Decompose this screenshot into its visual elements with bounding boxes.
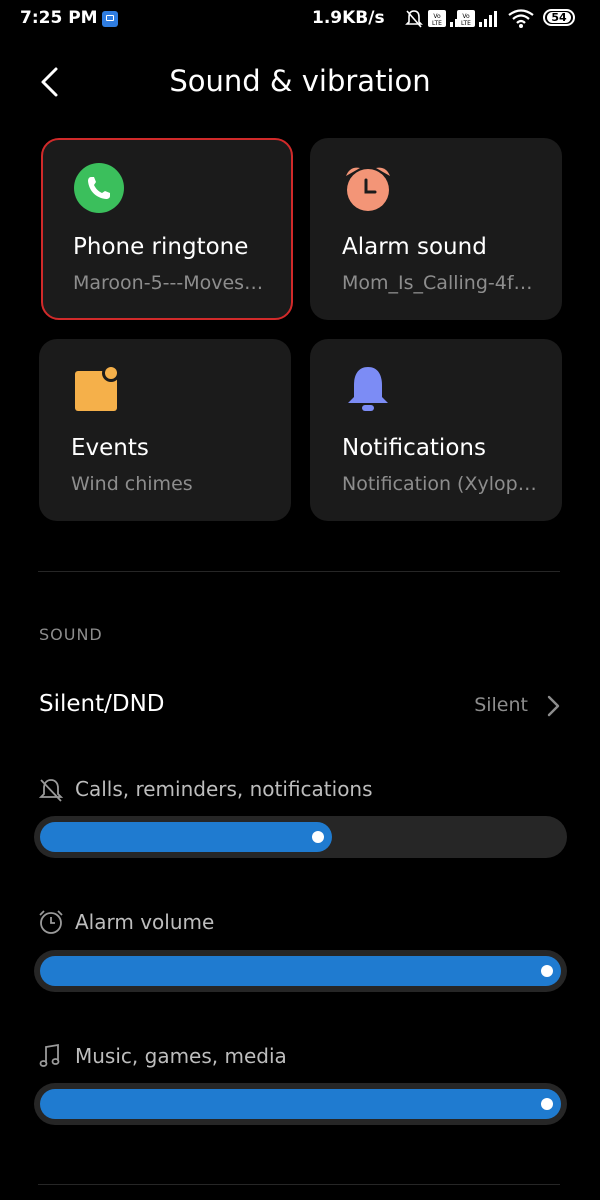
volume-slider-media[interactable] [34,1083,567,1125]
battery-level: 54 [547,12,571,23]
tile-sub: Notification (Xylop… [342,473,537,495]
status-time: 7:25 PM [20,8,98,28]
mute-bell-icon [405,10,423,28]
tile-label: Notifications [342,435,486,461]
music-note-icon [39,1043,60,1067]
silent-dnd-value: Silent [474,694,528,716]
volume-slider-calls[interactable] [34,816,567,858]
volume-label-media: Music, games, media [75,1044,287,1068]
phone-icon [74,163,124,213]
svg-text:Vo: Vo [433,13,441,20]
tile-phone-ringtone[interactable]: Phone ringtone Maroon-5---Moves… [41,138,293,320]
alarm-clock-icon [346,167,390,211]
network-rate: 1.9KB/s [312,8,385,28]
svg-text:LTE: LTE [432,20,442,27]
status-bar: 7:25 PM 1.9KB/s Vo LTE Vo LTE 54 [0,0,600,38]
tile-sub: Maroon-5---Moves… [73,272,264,294]
tile-label: Events [71,435,149,461]
tile-label: Phone ringtone [73,234,249,260]
section-header-sound: SOUND [39,625,103,644]
wifi-icon [508,9,534,28]
volume-label-alarm: Alarm volume [75,910,215,934]
tile-notifications[interactable]: Notifications Notification (Xylop… [310,339,562,521]
divider [38,571,560,572]
tile-sub: Mom_Is_Calling-4f… [342,272,533,294]
tile-label: Alarm sound [342,234,487,260]
chevron-right-icon [547,695,560,717]
tile-alarm-sound[interactable]: Alarm sound Mom_Is_Calling-4f… [310,138,562,320]
calendar-event-icon [75,364,120,411]
volume-fill [40,956,561,986]
volte-signal-icon-2: Vo LTE [457,10,497,27]
slider-thumb[interactable] [541,1098,553,1110]
svg-text:LTE: LTE [461,20,471,27]
volume-fill [40,1089,561,1119]
volume-label-calls: Calls, reminders, notifications [75,777,373,801]
page-title: Sound & vibration [169,64,431,98]
tile-sub: Wind chimes [71,473,193,495]
svg-text:Vo: Vo [462,13,470,20]
slider-thumb[interactable] [312,831,324,843]
mute-bell-icon [38,779,64,802]
bell-icon [348,367,388,411]
tile-events[interactable]: Events Wind chimes [39,339,291,521]
divider [38,1184,560,1185]
volume-slider-alarm[interactable] [34,950,567,992]
alarm-clock-icon [39,910,63,934]
silent-dnd-label: Silent/DND [39,691,165,717]
slider-thumb[interactable] [541,965,553,977]
app-badge-icon [102,11,118,27]
battery-icon: 54 [543,9,575,26]
volume-fill [40,822,332,852]
